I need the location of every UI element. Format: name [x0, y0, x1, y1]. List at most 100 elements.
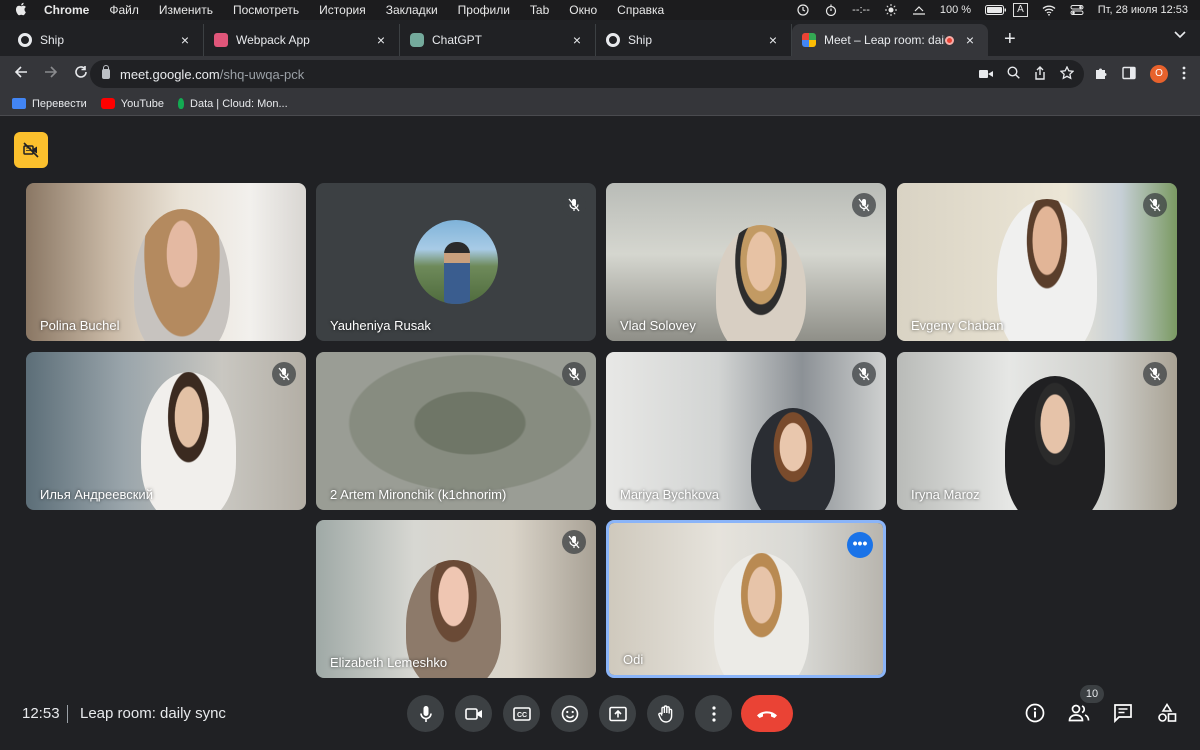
menubar-datetime[interactable]: Пт, 28 июля 12:53 [1098, 4, 1188, 16]
time-machine-icon[interactable] [796, 4, 810, 16]
menu-history[interactable]: История [319, 3, 366, 17]
camera-button[interactable] [455, 695, 492, 732]
reactions-button[interactable] [551, 695, 588, 732]
tab-search-chevron-icon[interactable] [1174, 28, 1186, 42]
side-panel-icon[interactable] [1122, 66, 1136, 83]
menu-edit[interactable]: Изменить [159, 3, 213, 17]
timer-readout: --:-- [852, 4, 870, 16]
share-icon[interactable] [1034, 65, 1046, 83]
participant-tile-self[interactable]: ••• Odi [606, 520, 886, 678]
menu-file[interactable]: Файл [109, 3, 139, 17]
wifi-icon[interactable] [1042, 4, 1056, 16]
divider [67, 705, 68, 723]
profile-avatar[interactable]: O [1150, 65, 1168, 83]
mic-off-icon [562, 193, 586, 217]
activities-icon [1158, 703, 1177, 722]
mic-icon [419, 705, 432, 722]
back-button[interactable] [8, 65, 34, 84]
more-options-button[interactable] [695, 695, 732, 732]
brightness-icon[interactable] [884, 4, 898, 16]
control-center-icon[interactable] [1070, 4, 1084, 16]
participant-tile[interactable]: 2 Artem Mironchik (k1chnorim) [316, 352, 596, 510]
participant-tile[interactable]: Mariya Bychkova [606, 352, 886, 510]
tab-strip: Ship × Webpack App × ChatGPT × Ship × Me… [0, 20, 1200, 56]
participant-tile[interactable]: Yauheniya Rusak [316, 183, 596, 341]
browser-menu-icon[interactable] [1182, 66, 1186, 83]
tab-ship-1[interactable]: Ship × [8, 24, 204, 56]
recording-indicator-icon [945, 35, 954, 45]
people-icon [1068, 704, 1090, 722]
raise-hand-button[interactable] [647, 695, 684, 732]
bookmark-star-icon[interactable] [1059, 64, 1075, 83]
new-tab-button[interactable]: + [1004, 24, 1016, 56]
menubar-status-area: --:-- 100 % A Пт, 28 июля 12:53 [796, 0, 1188, 20]
display-icon[interactable] [912, 4, 926, 16]
present-icon [608, 706, 627, 721]
menu-window[interactable]: Окно [569, 3, 597, 17]
close-tab-icon[interactable]: × [569, 32, 585, 48]
activities-button[interactable] [1155, 701, 1179, 725]
participant-tile[interactable]: Evgeny Chaban [897, 183, 1177, 341]
meeting-clock: 12:53 [22, 705, 60, 722]
captions-icon: CC [512, 706, 531, 721]
emoji-icon [561, 705, 578, 722]
microphone-button[interactable] [407, 695, 444, 732]
menu-tab[interactable]: Tab [530, 3, 549, 17]
tab-meet-active[interactable]: Meet – Leap room: daily sy × [792, 24, 988, 56]
camera-in-use-icon[interactable] [979, 67, 993, 82]
stopwatch-icon[interactable] [824, 4, 838, 17]
participant-name: Yauheniya Rusak [330, 318, 431, 333]
battery-icon[interactable] [985, 4, 1007, 16]
menu-app-name[interactable]: Chrome [44, 3, 89, 17]
participant-tile[interactable]: Iryna Maroz [897, 352, 1177, 510]
participant-tile[interactable]: Elizabeth Lemeshko [316, 520, 596, 678]
camera-icon [464, 707, 482, 720]
participant-name: Vlad Solovey [620, 318, 696, 333]
meeting-controls-bar: 12:53 Leap room: daily sync CC 10 [0, 685, 1200, 750]
apple-icon[interactable] [14, 2, 28, 19]
webpack-favicon-icon [214, 33, 228, 47]
bookmark-mongodb[interactable]: Data | Cloud: Mon... [178, 98, 288, 110]
participant-avatar [414, 220, 498, 304]
address-bar[interactable]: meet.google.com/shq-uwqa-pck [90, 60, 1084, 88]
close-tab-icon[interactable]: × [765, 32, 781, 48]
menu-help[interactable]: Справка [617, 3, 664, 17]
tab-title: Webpack App [236, 33, 310, 47]
captions-button[interactable]: CC [503, 695, 540, 732]
input-source-indicator[interactable]: A [1013, 3, 1028, 17]
meeting-info-button[interactable] [1023, 701, 1047, 725]
mic-off-icon [562, 362, 586, 386]
mongodb-leaf-icon [178, 98, 185, 109]
participant-tile[interactable]: Vlad Solovey [606, 183, 886, 341]
close-tab-icon[interactable]: × [373, 32, 389, 48]
translate-icon [12, 98, 26, 109]
meeting-title: Leap room: daily sync [80, 705, 226, 722]
forward-button[interactable] [38, 65, 64, 84]
present-screen-button[interactable] [599, 695, 636, 732]
lock-icon[interactable] [102, 65, 110, 79]
bookmark-translate[interactable]: Перевести [12, 98, 87, 110]
bookmark-label: Data | Cloud: Mon... [190, 97, 288, 110]
tab-ship-2[interactable]: Ship × [596, 24, 792, 56]
tab-webpack-app[interactable]: Webpack App × [204, 24, 400, 56]
tile-more-options-button[interactable]: ••• [847, 532, 873, 558]
macos-menubar: Chrome Файл Изменить Посмотреть История … [0, 0, 1200, 20]
bookmark-youtube[interactable]: YouTube [100, 98, 164, 110]
bookmark-label: Перевести [32, 97, 87, 110]
camera-off-indicator-button[interactable] [14, 132, 48, 168]
url-path: /shq-uwqa-pck [219, 66, 305, 82]
tab-chatgpt[interactable]: ChatGPT × [400, 24, 596, 56]
zoom-icon[interactable] [1007, 66, 1020, 82]
menu-profiles[interactable]: Профили [458, 3, 510, 17]
close-tab-icon[interactable]: × [962, 32, 978, 48]
mic-off-icon [1143, 193, 1167, 217]
people-button[interactable] [1067, 701, 1091, 725]
menu-bookmarks[interactable]: Закладки [386, 3, 438, 17]
participant-tile[interactable]: Илья Андреевский [26, 352, 306, 510]
close-tab-icon[interactable]: × [177, 32, 193, 48]
leave-call-button[interactable] [741, 695, 793, 732]
menu-view[interactable]: Посмотреть [233, 3, 299, 17]
participant-tile[interactable]: Polina Buchel [26, 183, 306, 341]
extensions-puzzle-icon[interactable] [1094, 66, 1108, 83]
chat-button[interactable] [1111, 701, 1135, 725]
